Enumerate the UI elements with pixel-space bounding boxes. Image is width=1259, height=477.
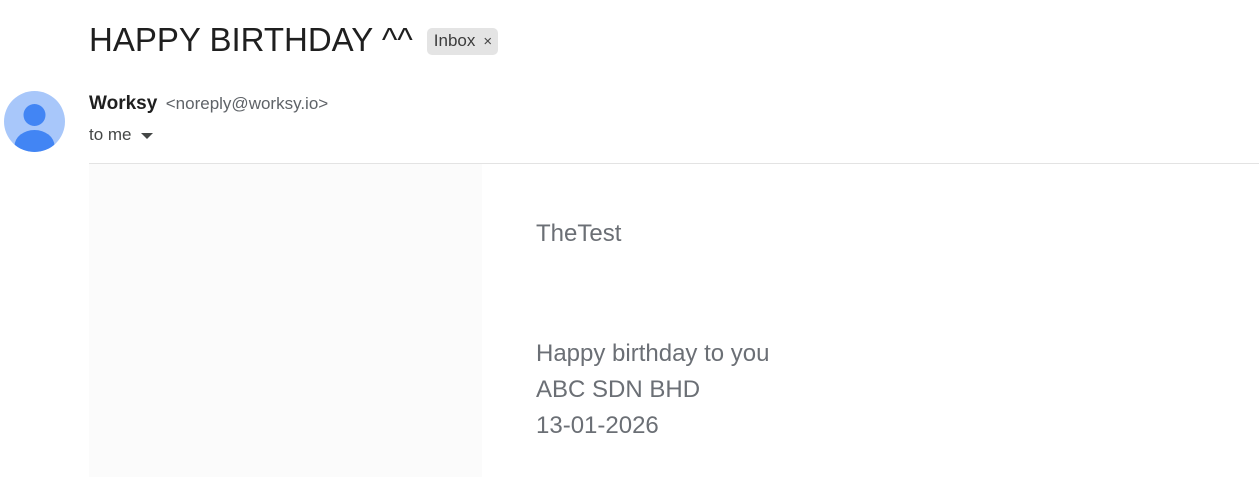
recipient-line: to me bbox=[89, 125, 153, 145]
label-chip-inbox[interactable]: Inbox × bbox=[426, 27, 499, 55]
email-view: HAPPY BIRTHDAY ^^ Inbox × Worksy <norepl… bbox=[0, 0, 1259, 477]
body-line: Happy birthday to you bbox=[536, 340, 770, 367]
body-line: ABC SDN BHD bbox=[536, 376, 701, 403]
email-subject: HAPPY BIRTHDAY ^^ bbox=[89, 21, 413, 58]
sender-email: <noreply@worksy.io> bbox=[165, 94, 329, 113]
body-line: 13-01-2026 bbox=[536, 412, 659, 439]
body-greeting: TheTest bbox=[536, 220, 622, 247]
recipient-text: to me bbox=[89, 125, 132, 144]
chevron-down-icon[interactable] bbox=[140, 133, 153, 139]
sender-name[interactable]: Worksy bbox=[89, 93, 157, 114]
avatar[interactable] bbox=[4, 91, 65, 152]
subject-row: HAPPY BIRTHDAY ^^ Inbox × bbox=[89, 18, 499, 62]
person-avatar-icon bbox=[14, 104, 55, 152]
label-chip-text: Inbox bbox=[433, 31, 476, 50]
body-image-area bbox=[89, 164, 482, 477]
sender-line: Worksy <noreply@worksy.io> bbox=[89, 93, 328, 115]
close-icon[interactable]: × bbox=[483, 34, 492, 49]
